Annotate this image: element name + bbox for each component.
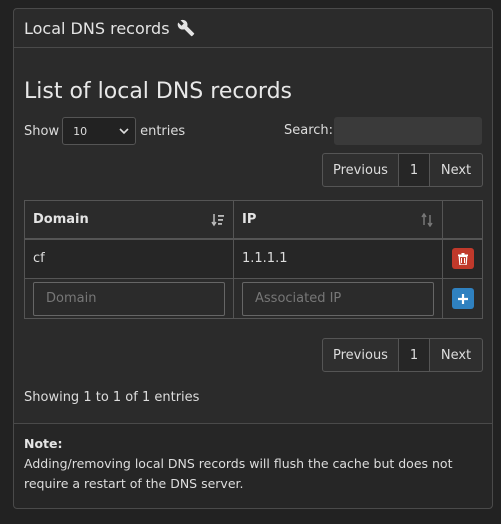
previous-page-button[interactable]: Previous xyxy=(322,153,399,187)
cell-actions xyxy=(442,238,483,279)
chevron-down-icon xyxy=(119,127,129,134)
note-box: Note: Adding/removing local DNS records … xyxy=(14,423,492,508)
wrench-icon xyxy=(177,19,194,37)
new-ip-input[interactable]: Associated IP xyxy=(242,281,434,316)
dns-records-table: Domain IP cf 1.1.1.1 Domain Associated I… xyxy=(24,200,483,319)
add-record-button[interactable] xyxy=(451,288,474,309)
note-title: Note: xyxy=(24,436,63,451)
next-page-button[interactable]: Next xyxy=(430,338,483,372)
dns-records-panel: Local DNS records List of local DNS reco… xyxy=(13,8,493,509)
add-record-row: Domain Associated IP xyxy=(24,278,483,319)
cell-domain: cf xyxy=(24,238,234,279)
cell-add-action xyxy=(442,278,483,319)
table-info: Showing 1 to 1 of 1 entries xyxy=(24,390,200,405)
next-page-button[interactable]: Next xyxy=(430,153,483,187)
panel-header: Local DNS records xyxy=(14,9,492,48)
previous-page-button[interactable]: Previous xyxy=(322,338,399,372)
pagination-top: Previous 1 Next xyxy=(322,153,483,187)
show-label: Show xyxy=(24,123,60,139)
length-control: Show 10 entries xyxy=(24,117,185,145)
search-label: Search: xyxy=(284,123,334,138)
note-text: Adding/removing local DNS records will f… xyxy=(24,456,453,491)
plus-icon xyxy=(457,293,468,304)
entries-label: entries xyxy=(140,123,186,139)
page-title: List of local DNS records xyxy=(24,79,292,104)
panel-title: Local DNS records xyxy=(24,18,170,38)
search-input[interactable] xyxy=(334,117,482,145)
column-label-domain: Domain xyxy=(33,211,89,227)
entries-per-page-select[interactable]: 10 xyxy=(62,117,137,145)
column-header-actions xyxy=(442,200,483,240)
trash-icon xyxy=(457,252,468,265)
entries-per-page-value: 10 xyxy=(73,124,88,138)
column-header-ip[interactable]: IP xyxy=(233,200,443,240)
column-header-domain[interactable]: Domain xyxy=(24,200,234,240)
delete-record-button[interactable] xyxy=(451,248,474,270)
pagination-bottom: Previous 1 Next xyxy=(322,338,483,372)
page-1-button[interactable]: 1 xyxy=(399,338,430,372)
cell-ip: 1.1.1.1 xyxy=(233,238,443,279)
table-row: cf 1.1.1.1 xyxy=(24,238,483,279)
new-domain-input[interactable]: Domain xyxy=(33,281,225,316)
table-header-row: Domain IP xyxy=(24,200,483,240)
cell-new-ip: Associated IP xyxy=(233,278,443,319)
cell-new-domain: Domain xyxy=(24,278,234,319)
sort-ascending-icon xyxy=(211,214,224,227)
page-1-button[interactable]: 1 xyxy=(399,153,430,187)
sort-both-icon xyxy=(421,213,433,227)
column-label-ip: IP xyxy=(242,211,257,227)
